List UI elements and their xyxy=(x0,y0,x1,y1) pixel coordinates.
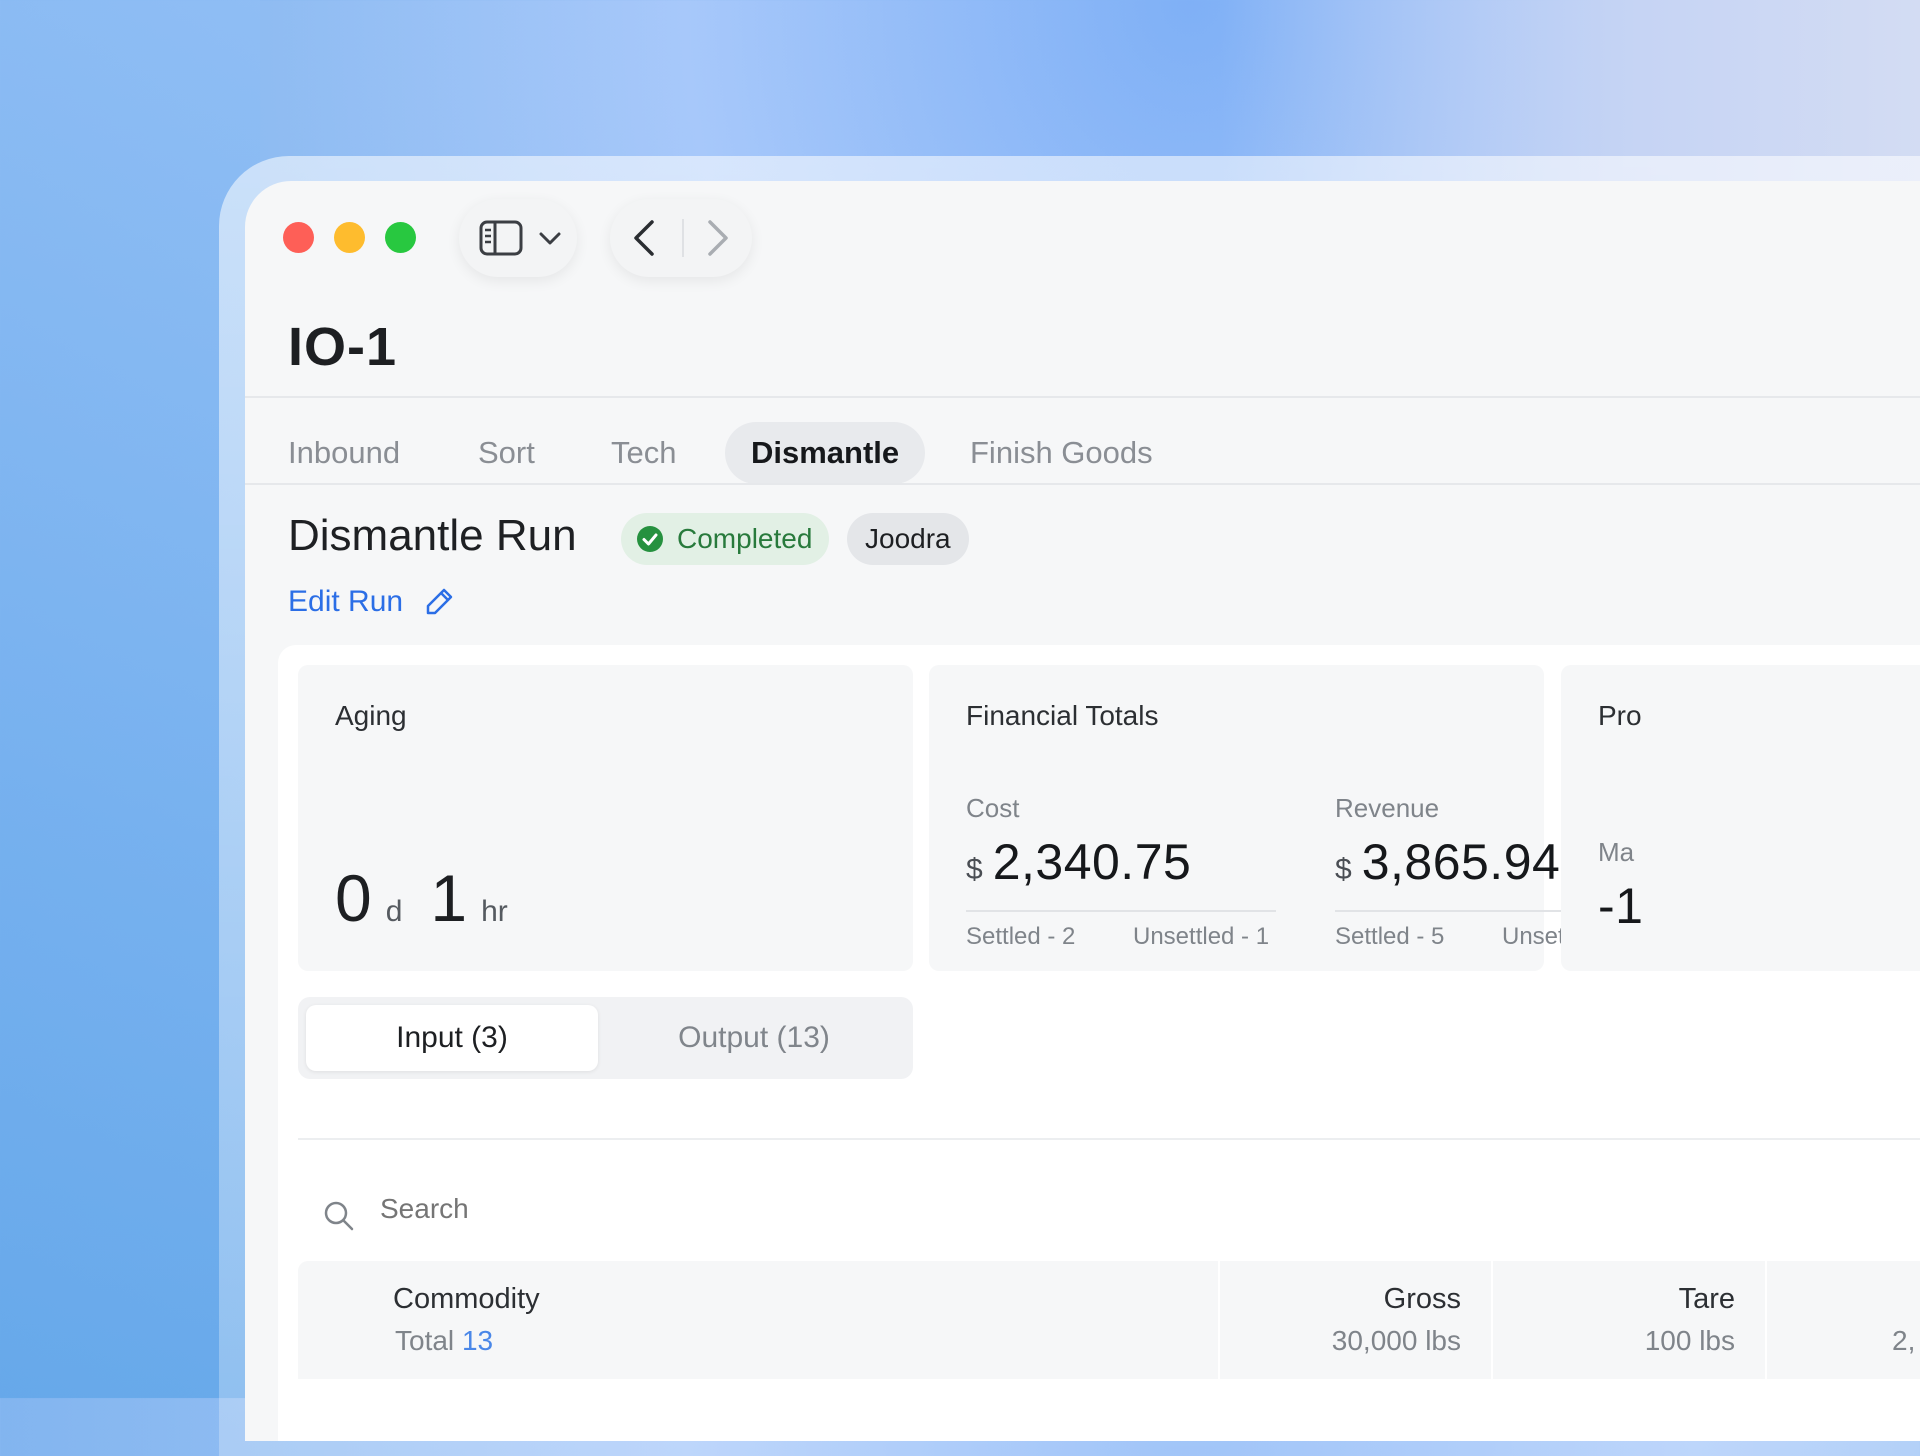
zoom-window-button[interactable] xyxy=(385,222,416,253)
gross-total: 30,000 lbs xyxy=(1331,1325,1461,1356)
nav-separator xyxy=(682,219,684,257)
chevron-down-icon xyxy=(539,232,561,245)
cost-divider xyxy=(966,910,1276,912)
revenue-amount: $3,865.94 xyxy=(1335,833,1560,891)
cost-label: Cost xyxy=(966,793,1020,823)
navigation-controls xyxy=(610,199,752,277)
revenue-value: 3,865.94 xyxy=(1361,834,1561,890)
fourth-column-total: 2, xyxy=(1892,1325,1916,1356)
search-input[interactable] xyxy=(378,1192,782,1226)
aging-hours: 1 xyxy=(430,861,468,935)
commodity-total-count: 13 xyxy=(461,1325,494,1356)
tab-tech[interactable]: Tech xyxy=(611,422,676,484)
table-header: Commodity Total 13 Gross 30,000 lbs Tare… xyxy=(298,1261,1920,1379)
output-segment[interactable]: Output (13) xyxy=(603,1005,905,1071)
commodity-column[interactable]: Commodity Total 13 xyxy=(298,1261,1218,1379)
tab-inbound[interactable]: Inbound xyxy=(288,422,400,484)
financial-totals-card: Financial Totals Cost $2,340.75 Settled … xyxy=(929,665,1645,971)
tare-total: 100 lbs xyxy=(1644,1325,1735,1356)
minimize-window-button[interactable] xyxy=(334,222,365,253)
third-card-value: -1 xyxy=(1598,877,1643,935)
back-icon[interactable] xyxy=(632,219,656,257)
cost-value: 2,340.75 xyxy=(992,834,1192,890)
input-output-toggle: Input (3) Output (13) xyxy=(298,997,913,1079)
app-window: IO-1 Inbound Sort Tech Dismantle Finish … xyxy=(245,181,1920,1441)
check-circle-icon xyxy=(637,526,663,552)
cost-unsettled: Unsettled - 1 xyxy=(1133,923,1270,950)
tabs-divider xyxy=(245,483,1920,485)
sidebar-toggle-button[interactable] xyxy=(459,199,577,277)
gross-header: Gross xyxy=(1383,1283,1461,1315)
revenue-settled: Settled - 5 xyxy=(1335,923,1445,950)
status-badge: Completed xyxy=(621,513,830,565)
cost-currency: $ xyxy=(966,853,983,886)
page-title: IO-1 xyxy=(288,317,398,377)
run-title: Dismantle Run xyxy=(288,511,577,560)
close-window-button[interactable] xyxy=(283,222,314,253)
run-detail-panel: Aging 0 d 1 hr Financial Totals Cost $2,340… xyxy=(278,645,1920,1441)
status-label: Completed xyxy=(677,523,813,554)
tab-finish-goods[interactable]: Finish Goods xyxy=(970,422,1153,484)
input-segment[interactable]: Input (3) xyxy=(306,1005,598,1071)
cost-settled: Settled - 2 xyxy=(966,923,1076,950)
third-card: Pro Ma -1 xyxy=(1561,665,1920,971)
third-card-number: -1 xyxy=(1598,878,1644,934)
tab-dismantle[interactable]: Dismantle xyxy=(725,422,926,484)
pencil-icon[interactable] xyxy=(425,586,455,616)
commodity-total-label: Total xyxy=(395,1325,455,1356)
third-card-title: Pro xyxy=(1598,700,1642,731)
aging-value: 0 d 1 hr xyxy=(335,860,536,936)
tare-column[interactable]: Tare 100 lbs xyxy=(1493,1261,1765,1379)
sidebar-icon xyxy=(479,220,523,256)
tab-sort[interactable]: Sort xyxy=(478,422,535,484)
search-icon xyxy=(324,1201,354,1231)
aging-hours-unit: hr xyxy=(481,895,508,928)
aging-card: Aging 0 d 1 hr xyxy=(298,665,913,971)
header-divider xyxy=(245,396,1920,398)
gross-column[interactable]: Gross 30,000 lbs xyxy=(1220,1261,1491,1379)
aging-days-unit: d xyxy=(385,895,403,928)
search-divider xyxy=(298,1138,1920,1140)
aging-title: Aging xyxy=(335,700,407,731)
edit-run-link[interactable]: Edit Run xyxy=(288,585,403,619)
aging-days: 0 xyxy=(335,861,372,935)
tare-header: Tare xyxy=(1678,1283,1735,1315)
revenue-label: Revenue xyxy=(1335,793,1440,823)
cost-amount: $2,340.75 xyxy=(966,833,1191,891)
fourth-column[interactable]: 2, xyxy=(1767,1261,1920,1379)
forward-icon[interactable] xyxy=(706,219,730,257)
revenue-currency: $ xyxy=(1335,853,1352,886)
commodity-total: Total 13 xyxy=(395,1325,493,1357)
owner-badge: Joodra xyxy=(847,513,969,565)
third-card-label: Ma xyxy=(1598,837,1635,867)
commodity-header: Commodity xyxy=(393,1283,540,1315)
financial-title: Financial Totals xyxy=(966,700,1159,731)
